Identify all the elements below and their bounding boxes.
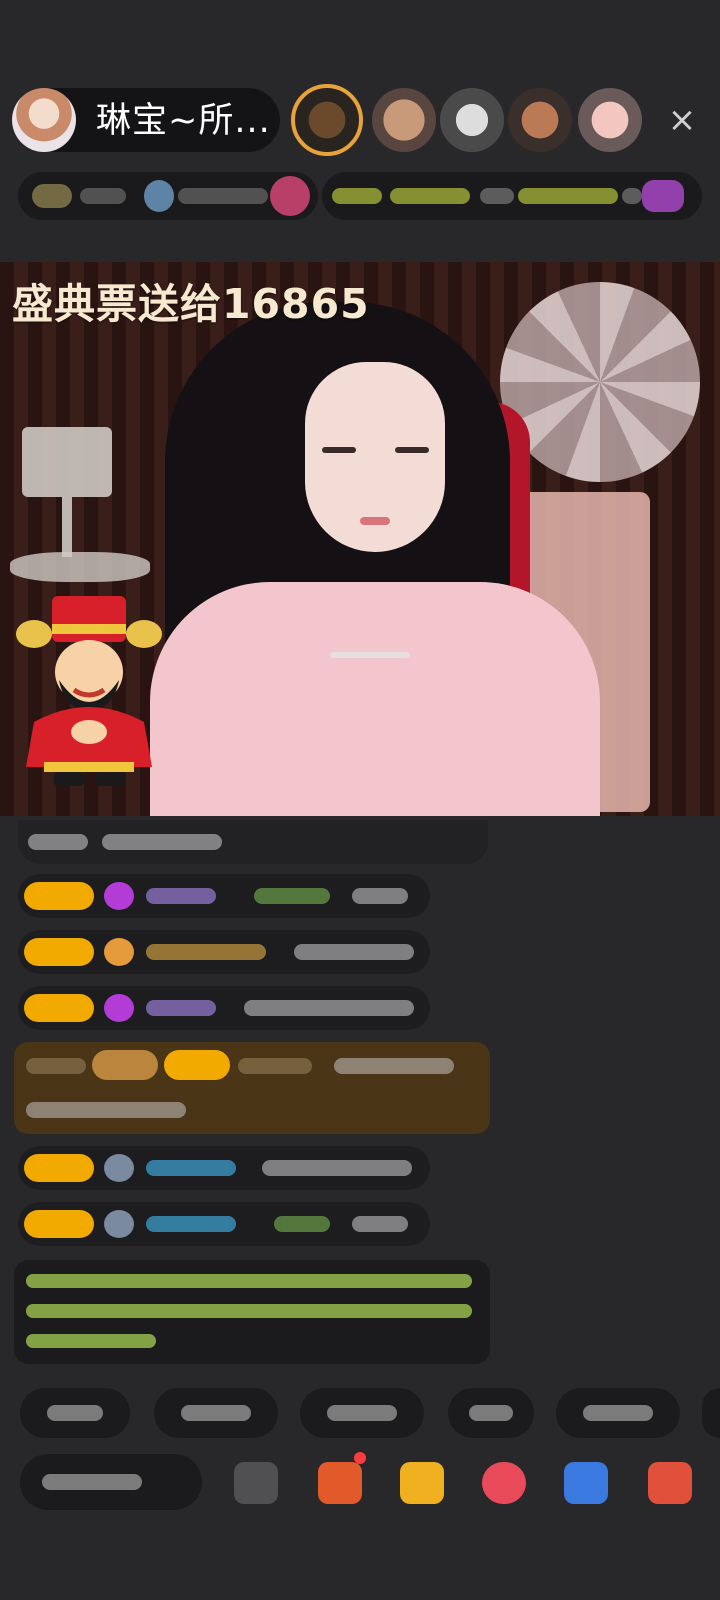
viewer-avatar[interactable] bbox=[578, 88, 642, 152]
gem-icon bbox=[104, 994, 134, 1022]
user-level-icon bbox=[104, 1210, 134, 1238]
chat-message[interactable] bbox=[18, 930, 430, 974]
gift-overlay-text: 盛典票送给16865 bbox=[12, 280, 370, 328]
red-packet-icon[interactable] bbox=[318, 1462, 362, 1504]
lamp-stand bbox=[62, 497, 72, 557]
chat-input-button[interactable] bbox=[20, 1454, 202, 1510]
ranking-tag-bar[interactable] bbox=[322, 172, 702, 220]
fan-badge[interactable] bbox=[24, 1154, 94, 1182]
host-name[interactable]: 琳宝~所... bbox=[96, 101, 271, 141]
viewer-avatar[interactable] bbox=[372, 88, 436, 152]
eye bbox=[322, 447, 356, 453]
chat-message[interactable] bbox=[18, 820, 488, 864]
mouth bbox=[360, 517, 390, 525]
emoji-icon[interactable] bbox=[234, 1462, 278, 1504]
streamer-sweater bbox=[150, 582, 600, 816]
gem-icon bbox=[104, 882, 134, 910]
live-video-stream[interactable]: 盛典票送给16865 bbox=[0, 262, 720, 816]
top-viewer-avatar[interactable] bbox=[291, 84, 363, 156]
user-level-icon bbox=[104, 938, 134, 966]
quick-reply-chip[interactable] bbox=[300, 1388, 424, 1438]
side-table bbox=[10, 552, 150, 582]
gift-box-icon[interactable] bbox=[400, 1462, 444, 1504]
god-of-wealth-sticker[interactable] bbox=[14, 592, 164, 792]
heart-icon[interactable] bbox=[482, 1462, 526, 1504]
fan-badge[interactable] bbox=[24, 1210, 94, 1238]
chat-message[interactable] bbox=[18, 986, 430, 1030]
eye bbox=[395, 447, 429, 453]
quick-reply-chip[interactable] bbox=[154, 1388, 278, 1438]
viewer-avatar[interactable] bbox=[440, 88, 504, 152]
host-avatar[interactable] bbox=[12, 88, 76, 152]
quick-reply-chip[interactable] bbox=[20, 1388, 130, 1438]
system-notice bbox=[14, 1260, 490, 1364]
game-controller-icon[interactable] bbox=[564, 1462, 608, 1504]
close-icon[interactable]: × bbox=[662, 100, 702, 140]
viewer-avatar[interactable] bbox=[508, 88, 572, 152]
flower-decoration bbox=[500, 282, 700, 482]
gift-message-highlight[interactable] bbox=[14, 1042, 490, 1134]
chat-message[interactable] bbox=[18, 1146, 430, 1190]
fan-badge[interactable] bbox=[24, 938, 94, 966]
quick-reply-chip[interactable] bbox=[556, 1388, 680, 1438]
necklace bbox=[330, 652, 410, 658]
lamp bbox=[22, 427, 112, 497]
notification-dot bbox=[354, 1452, 366, 1464]
fan-badge[interactable] bbox=[24, 882, 94, 910]
more-apps-icon[interactable] bbox=[648, 1462, 692, 1504]
quick-reply-chip[interactable] bbox=[448, 1388, 534, 1438]
user-level-icon bbox=[104, 1154, 134, 1182]
fan-badge[interactable] bbox=[24, 994, 94, 1022]
quick-reply-chip[interactable] bbox=[702, 1388, 720, 1438]
host-tag-bar[interactable] bbox=[18, 172, 318, 220]
chat-message[interactable] bbox=[18, 874, 430, 918]
chat-message[interactable] bbox=[18, 1202, 430, 1246]
